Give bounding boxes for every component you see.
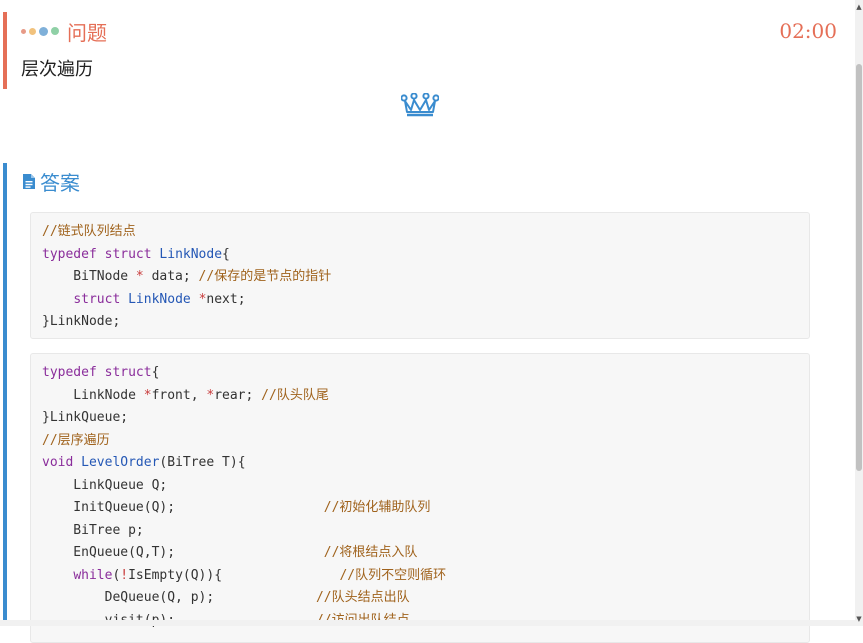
code-token: //层序遍历	[42, 432, 110, 448]
code-token: BiTree p;	[42, 522, 144, 538]
dot	[39, 26, 48, 36]
code-token: DeQueue(Q, p);	[42, 590, 316, 605]
code-token: struct	[104, 365, 152, 380]
code-token: InitQueue(Q);	[42, 500, 324, 515]
code-token: data;	[143, 269, 199, 284]
dot	[21, 28, 26, 34]
question-text: 层次遍历	[21, 59, 93, 80]
code-line: typedef struct{	[42, 362, 798, 385]
code-line: DeQueue(Q, p); //队头结点出队	[42, 587, 798, 610]
code-token: LinkQueue Q;	[42, 477, 168, 493]
code-line: typedef struct LinkNode{	[42, 244, 798, 267]
code-line: BiTree p;	[42, 520, 798, 543]
question-panel: 问题 02:00 层次遍历	[3, 12, 853, 89]
code-token: *	[135, 269, 144, 284]
code-token: (BiTree T){	[159, 455, 246, 470]
dot	[29, 27, 36, 35]
scroll-thumb[interactable]	[856, 64, 862, 471]
code-token: struct	[73, 291, 121, 307]
code-line: EnQueue(Q,T); //将根结点入队	[42, 542, 798, 565]
answer-panel: 答案 //链式队列结点 typedef struct LinkNode{ BiTN…	[3, 163, 853, 643]
code-token: //将根结点入队	[323, 545, 418, 560]
question-label: 问题	[67, 20, 107, 45]
code-line: while(!IsEmpty(Q)){ //队列不空则循环	[42, 565, 798, 588]
code-token: //队头队尾	[261, 387, 329, 403]
code-token: while	[73, 567, 113, 583]
code-token: //队头结点出队	[315, 590, 410, 605]
code-token: BiTNode	[42, 269, 136, 284]
code-block[interactable]: typedef struct{ LinkNode *front, *rear; …	[30, 353, 810, 643]
code-token: front,	[151, 387, 207, 403]
code-token: //初始化辅助队列	[323, 500, 431, 515]
scroll-down-icon[interactable]: ▼	[855, 614, 863, 624]
answer-label: 答案	[40, 171, 80, 195]
question-header: 问题	[21, 16, 107, 46]
code-token: IsEmpty(Q)){	[128, 567, 340, 583]
code-token: rear;	[214, 387, 262, 403]
code-token: }LinkNode;	[42, 314, 121, 329]
code-token: struct	[104, 246, 152, 262]
code-token: LevelOrder	[81, 455, 160, 470]
code-line: LinkNode *front, *rear; //队头队尾	[42, 385, 798, 408]
code-token: LinkNode	[42, 387, 144, 403]
code-line: BiTNode * data; //保存的是节点的指针	[42, 266, 798, 289]
code-token: //保存的是节点的指针	[198, 269, 332, 284]
horizontal-scrollbar-track[interactable]	[0, 620, 855, 626]
code-token: LinkNode	[128, 291, 191, 307]
code-line: }LinkQueue;	[42, 407, 798, 430]
code-line: struct LinkNode *next;	[42, 289, 798, 312]
code-token: //链式队列结点	[42, 224, 136, 239]
code-token: }LinkQueue;	[42, 410, 129, 425]
code-line: //层序遍历	[42, 430, 798, 453]
code-line: LinkQueue Q;	[42, 475, 798, 498]
code-line: InitQueue(Q); //初始化辅助队列	[42, 497, 798, 520]
code-token: typedef	[42, 246, 97, 262]
code-token: {	[151, 365, 160, 380]
code-token: next;	[206, 291, 246, 307]
code-line: }LinkNode;	[42, 311, 798, 334]
code-token: {	[222, 246, 230, 262]
code-token: *	[143, 387, 152, 403]
vertical-scrollbar[interactable]: ▲ ▼	[855, 0, 863, 626]
code-token: LinkNode	[159, 246, 223, 262]
code-token: typedef	[42, 365, 97, 380]
code-token: !	[120, 567, 129, 583]
code-token: void	[42, 455, 74, 470]
code-token: //队列不空则循环	[339, 567, 447, 583]
crown-icon[interactable]	[401, 93, 439, 117]
scroll-up-icon[interactable]: ▲	[855, 2, 863, 12]
code-line: void LevelOrder(BiTree T){	[42, 452, 798, 475]
countdown-timer: 02:00	[779, 19, 837, 43]
code-token: EnQueue(Q,T);	[42, 545, 324, 560]
dots-icon	[21, 26, 59, 36]
answer-header: 答案	[22, 167, 80, 196]
code-line: //链式队列结点	[42, 221, 798, 244]
file-text-icon	[23, 174, 35, 189]
dot	[51, 27, 59, 35]
code-block[interactable]: //链式队列结点 typedef struct LinkNode{ BiTNode…	[30, 212, 810, 339]
